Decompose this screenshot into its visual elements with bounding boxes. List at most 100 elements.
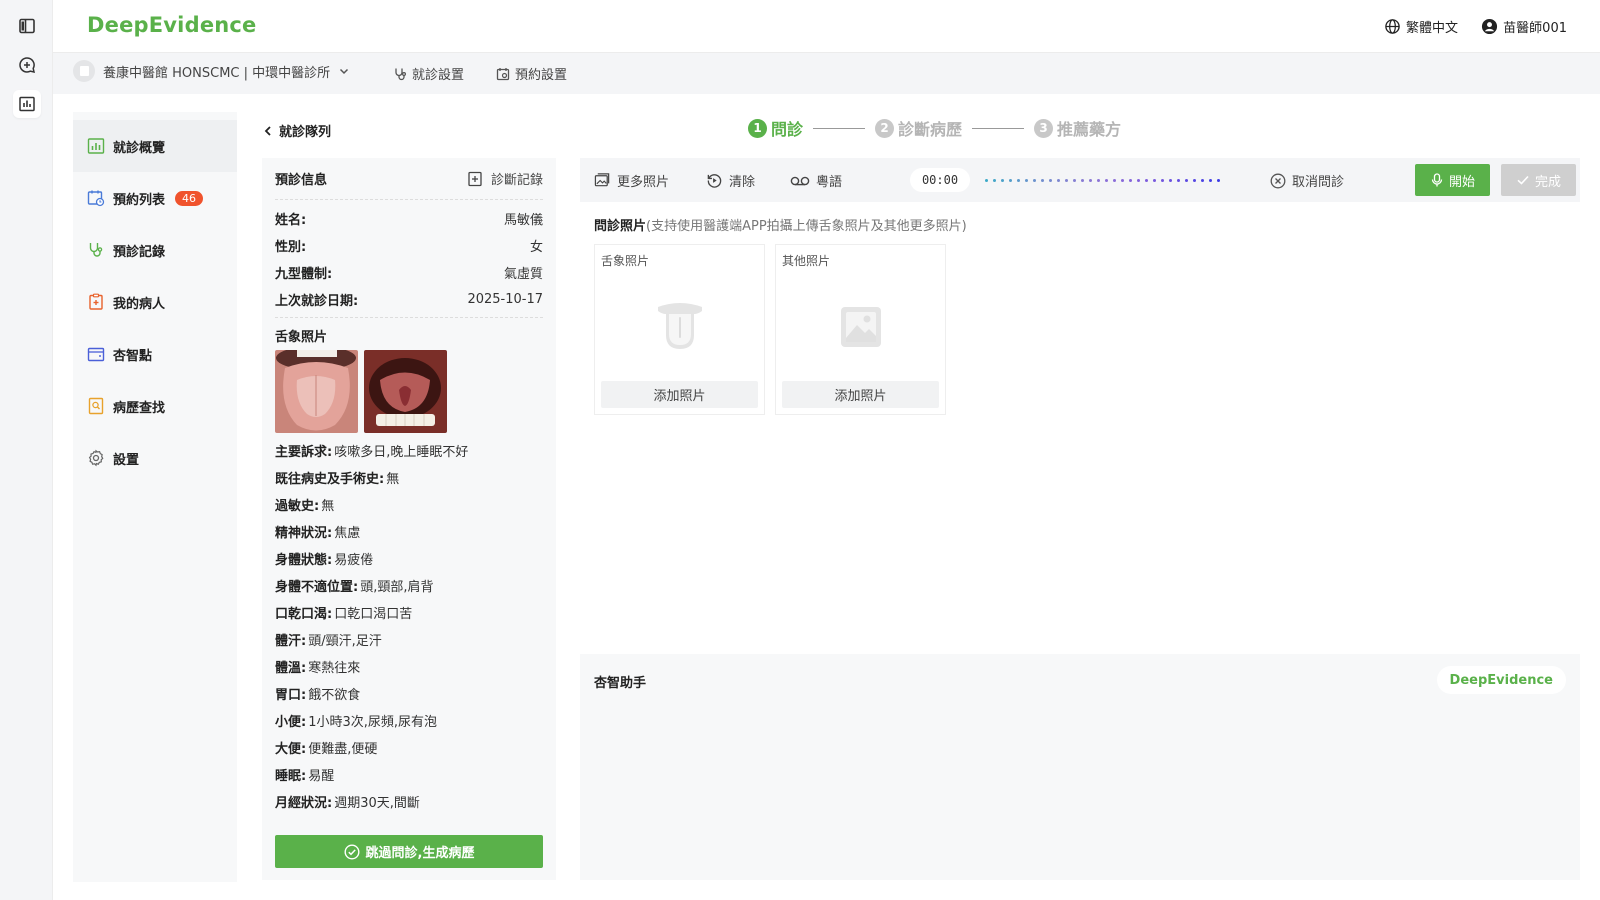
symptom-key: 口乾口渴:: [275, 607, 333, 622]
symptom-row: 小便: 1小時3次,尿頻,尿有泡: [275, 707, 543, 734]
language-switcher[interactable]: 繁體中文: [1384, 17, 1458, 36]
symptom-list: 主要訴求: 咳嗽多日,晚上睡眠不好 既往病史及手術史: 無 過敏史: 無 精神狀況: 焦…: [275, 437, 543, 815]
dashboard-button[interactable]: [13, 90, 41, 118]
diagnosis-record-link[interactable]: 診斷記錄: [467, 169, 543, 188]
symptom-key: 身體狀態:: [275, 553, 333, 568]
app-logo[interactable]: DeepEvidence: [87, 13, 257, 37]
calendar-clock-icon: [87, 190, 105, 207]
assistant-brand-badge[interactable]: DeepEvidence: [1436, 666, 1566, 694]
user-name: 苗醫師001: [1503, 21, 1567, 36]
start-recording-button[interactable]: 開始: [1415, 164, 1490, 196]
consultation-toolbar: 更多照片 清除 粵語 00:00 取消問診 開始 完成: [580, 158, 1580, 202]
menu-item-appointments[interactable]: 預約列表 46: [73, 172, 237, 224]
symptom-key: 睡眠:: [275, 769, 307, 784]
clinic-name: 養康中醫館 HONSCMC | 中環中醫診所: [103, 65, 331, 81]
step-prescription[interactable]: 3 推薦藥方: [1034, 116, 1121, 140]
tongue-icon: [657, 303, 702, 349]
clear-label: 清除: [729, 175, 756, 190]
photos-hint: (支持使用醫護端APP拍攝上傳舌象照片及其他更多照片): [646, 219, 967, 234]
patient-basic-info: 姓名: 馬敏儀 性別: 女 九型體制: 氣虛質 上次就診日期: 2025-10-17: [275, 200, 543, 318]
visit-settings-label: 就診設置: [412, 68, 465, 83]
symptom-key: 精神狀況:: [275, 526, 333, 541]
menu-item-points[interactable]: 杏智點: [73, 328, 237, 380]
add-document-icon: [468, 171, 482, 186]
waveform-dot: [1097, 179, 1100, 182]
other-photo-card: 其他照片 添加照片: [775, 244, 946, 415]
photos-heading: 問診照片: [594, 219, 647, 234]
more-photos-button[interactable]: 更多照片: [594, 171, 669, 190]
step-connector: [813, 127, 866, 129]
symptom-row: 身體狀態: 易疲倦: [275, 545, 543, 572]
symptom-row: 胃口: 餓不欲食: [275, 680, 543, 707]
waveform-dot: [1033, 179, 1036, 182]
symptom-row: 體溫: 寒熱往來: [275, 653, 543, 680]
visit-settings-link[interactable]: 就診設置: [393, 64, 464, 83]
tongue-photo-thumbnail[interactable]: [364, 350, 447, 433]
cancel-consultation-label: 取消問診: [1292, 175, 1345, 190]
symptom-row: 月經狀況: 週期30天,間斷: [275, 788, 543, 815]
info-row-name: 姓名: 馬敏儀: [275, 205, 543, 232]
waveform-dot: [1105, 179, 1108, 182]
photo-card-label: 其他照片: [782, 254, 831, 268]
language-label: 繁體中文: [1405, 21, 1458, 36]
left-rail: [0, 0, 53, 900]
waveform-dot: [1161, 179, 1164, 182]
symptom-key: 體汗:: [275, 634, 307, 649]
symptom-row: 既往病史及手術史: 無: [275, 464, 543, 491]
waveform-dot: [1025, 179, 1028, 182]
menu-item-label: 我的病人: [113, 296, 166, 312]
waveform-dot: [1129, 179, 1132, 182]
user-menu[interactable]: 苗醫師001: [1481, 17, 1567, 36]
menu-item-pre-diagnosis[interactable]: 預診記錄: [73, 224, 237, 276]
bar-chart-icon: [19, 96, 35, 112]
symptom-key: 月經狀況:: [275, 796, 333, 811]
symptom-key: 過敏史:: [275, 499, 320, 514]
info-header: 預診信息 診斷記錄: [275, 158, 543, 200]
cancel-consultation-button[interactable]: 取消問診: [1270, 171, 1344, 190]
language-toggle-button[interactable]: 粵語: [790, 171, 842, 190]
sidebar-toggle-button[interactable]: [13, 12, 41, 40]
new-chat-button[interactable]: [13, 51, 41, 79]
audio-waveform: [985, 179, 1220, 182]
stethoscope-icon: [89, 243, 103, 257]
menu-item-label: 就診概覽: [113, 140, 166, 156]
menu-item-settings[interactable]: 設置: [73, 432, 237, 484]
pre-diagnosis-panel: 預診信息 診斷記錄 姓名: 馬敏儀 性別: 女 九型體制: 氣虛質 上次就診日期: 20…: [262, 158, 556, 880]
finish-button[interactable]: 完成: [1501, 164, 1576, 196]
gear-icon: [88, 449, 104, 467]
top-bar: DeepEvidence 繁體中文 苗醫師001: [53, 0, 1600, 53]
assistant-title: 杏智助手: [594, 676, 647, 691]
menu-item-my-patients[interactable]: 我的病人: [73, 276, 237, 328]
back-to-queue-link[interactable]: 就診隊列: [263, 121, 331, 140]
appointments-count-badge: 46: [175, 190, 204, 206]
waveform-dot: [1081, 179, 1084, 182]
tongue-photo-card: 舌象照片 添加照片: [594, 244, 765, 415]
field-value: 女: [529, 240, 543, 255]
photo-card-label: 舌象照片: [601, 254, 650, 268]
more-photos-label: 更多照片: [617, 175, 670, 190]
step-label: 推薦藥方: [1057, 120, 1122, 139]
appointment-settings-link[interactable]: 預約設置: [496, 64, 567, 83]
step-consultation[interactable]: 1 問診: [748, 116, 803, 140]
step-number: 3: [1034, 118, 1054, 138]
step-label: 診斷病歷: [898, 120, 963, 139]
globe-icon: [1385, 19, 1400, 34]
add-other-photo-button[interactable]: 添加照片: [782, 381, 939, 408]
appointment-settings-label: 預約設置: [515, 68, 568, 83]
chevron-down-icon: [340, 68, 349, 75]
symptom-row: 大便: 便難盡,便硬: [275, 734, 543, 761]
step-number: 2: [875, 118, 895, 138]
back-label: 就診隊列: [279, 125, 332, 140]
speech-language-label: 粵語: [816, 175, 843, 190]
menu-item-record-search[interactable]: 病歷查找: [73, 380, 237, 432]
clinic-selector[interactable]: 養康中醫館 HONSCMC | 中環中醫診所: [73, 60, 350, 82]
info-row-gender: 性別: 女: [275, 232, 543, 259]
tongue-photo-thumbnail[interactable]: [275, 350, 358, 433]
clear-button[interactable]: 清除: [706, 171, 755, 190]
symptom-value: 焦慮: [334, 526, 361, 541]
menu-item-overview[interactable]: 就診概覽: [73, 120, 237, 172]
step-diagnosis[interactable]: 2 診斷病歷: [875, 116, 962, 140]
diagnosis-record-label: 診斷記錄: [490, 173, 543, 188]
add-tongue-photo-button[interactable]: 添加照片: [601, 381, 758, 408]
skip-consultation-button[interactable]: 跳過問診,生成病歷: [275, 835, 543, 868]
